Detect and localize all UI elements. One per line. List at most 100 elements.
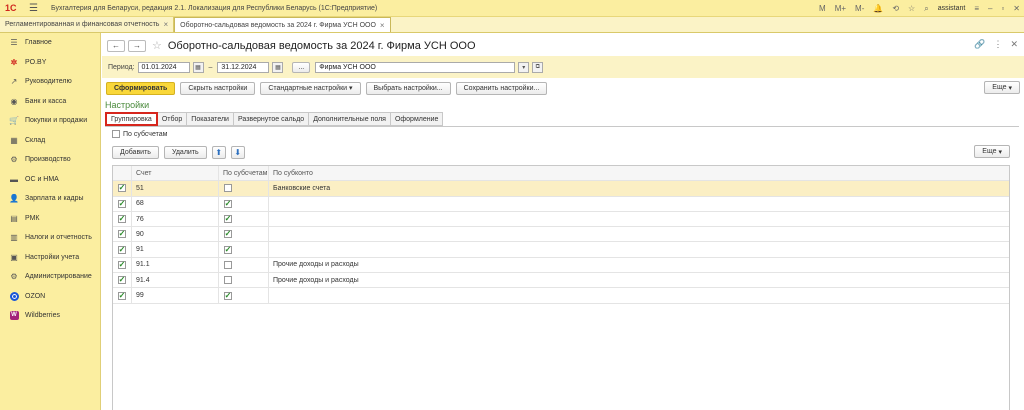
row-use-checkbox[interactable]: ✓ <box>118 184 126 193</box>
tab-extra-fields[interactable]: Дополнительные поля <box>309 112 391 126</box>
row-subaccounts-checkbox[interactable]: ✓ <box>224 291 232 300</box>
row-subaccounts-checkbox[interactable]: ✓ <box>224 199 232 208</box>
row-subaccounts-checkbox[interactable] <box>224 184 232 193</box>
settings-menu-icon[interactable]: ≡ <box>974 4 979 13</box>
account-cell[interactable]: 51 <box>131 181 218 196</box>
history-icon[interactable]: ⟲ <box>892 4 899 13</box>
delete-button[interactable]: Удалить <box>163 145 207 159</box>
window-tab-osv[interactable]: Оборотно-сальдовая ведомость за 2024 г. … <box>174 17 391 32</box>
table-row[interactable]: ✓ 51 Банковские счета <box>113 181 1009 197</box>
sidebar-item-pos[interactable]: ▤ РМК <box>0 209 100 229</box>
sidebar-item-ozon[interactable]: OZON <box>0 287 100 307</box>
table-row[interactable]: ✓ 68 ✓ <box>113 196 1009 212</box>
subconto-cell[interactable]: Прочие доходы и расходы <box>268 273 1009 288</box>
sidebar-item-admin[interactable]: ⚙ Администрирование <box>0 267 100 287</box>
tab-filter[interactable]: Отбор <box>157 112 188 126</box>
subconto-cell[interactable] <box>268 242 1009 257</box>
sidebar-item-poby[interactable]: ✲ PO.BY <box>0 53 100 73</box>
column-by-subconto[interactable]: По субконто <box>268 166 1009 181</box>
row-subaccounts-checkbox[interactable]: ✓ <box>224 215 232 224</box>
subconto-cell[interactable]: Банковские счета <box>268 181 1009 196</box>
sidebar-item-account-settings[interactable]: ▣ Настройки учета <box>0 248 100 268</box>
date-from-input[interactable]: 01.01.2024 <box>137 61 190 73</box>
row-use-checkbox[interactable]: ✓ <box>118 291 126 300</box>
favorite-star-icon[interactable]: ☆ <box>152 39 162 52</box>
close-form-icon[interactable]: ✕ <box>1010 39 1018 50</box>
generate-button[interactable]: Сформировать <box>106 81 176 95</box>
tab-expanded-balance[interactable]: Развернутое сальдо <box>233 112 310 126</box>
row-subaccounts-checkbox[interactable] <box>224 260 232 269</box>
memory-minus-icon[interactable]: M- <box>855 4 864 13</box>
row-use-checkbox[interactable]: ✓ <box>118 260 126 269</box>
search-icon[interactable]: ⌕ <box>924 4 928 14</box>
sidebar-item-salary[interactable]: 👤 Зарплата и кадры <box>0 189 100 209</box>
account-cell[interactable]: 68 <box>131 196 218 211</box>
subconto-cell[interactable] <box>268 288 1009 303</box>
subconto-cell[interactable] <box>268 196 1009 211</box>
forward-button[interactable]: → <box>128 39 146 52</box>
calendar-icon[interactable]: ▦ <box>192 61 204 73</box>
dropdown-icon[interactable]: ▾ <box>518 61 530 73</box>
row-use-checkbox[interactable]: ✓ <box>118 230 126 239</box>
sidebar-item-manager[interactable]: ↗ Руководителю <box>0 72 100 92</box>
subconto-cell[interactable] <box>268 227 1009 242</box>
memory-icon[interactable]: M <box>819 4 826 13</box>
date-to-input[interactable]: 31.12.2024 <box>217 61 270 73</box>
row-subaccounts-checkbox[interactable]: ✓ <box>224 230 232 239</box>
sidebar-item-assets[interactable]: ▬ ОС и НМА <box>0 170 100 190</box>
account-cell[interactable]: 91.4 <box>131 273 218 288</box>
account-cell[interactable]: 90 <box>131 227 218 242</box>
link-icon[interactable]: 🔗 <box>974 39 985 50</box>
open-organization-icon[interactable]: ⧉ <box>532 61 544 73</box>
subconto-cell[interactable] <box>268 211 1009 227</box>
sidebar-item-wildberries[interactable]: W Wildberries <box>0 306 100 326</box>
sidebar-item-main[interactable]: ☰ Главное <box>0 33 100 53</box>
table-row[interactable]: ✓ 91 ✓ <box>113 242 1009 258</box>
sidebar-item-production[interactable]: ⚙ Производство <box>0 150 100 170</box>
account-cell[interactable]: 99 <box>131 288 218 303</box>
memory-plus-icon[interactable]: M+ <box>835 4 846 13</box>
row-use-checkbox[interactable]: ✓ <box>118 199 126 208</box>
move-up-icon[interactable]: ⬆ <box>211 145 226 159</box>
grid-more-button[interactable]: Еще ▾ <box>974 145 1010 158</box>
tab-appearance[interactable]: Оформление <box>390 112 444 126</box>
add-button[interactable]: Добавить <box>112 145 159 159</box>
back-button[interactable]: ← <box>107 39 125 52</box>
account-cell[interactable]: 91.1 <box>131 257 218 273</box>
close-tab-icon[interactable]: × <box>163 20 168 29</box>
column-by-subaccounts[interactable]: По субсчетам <box>218 166 268 181</box>
table-row[interactable]: ✓ 91.1 Прочие доходы и расходы <box>113 257 1009 274</box>
minimize-icon[interactable]: – <box>988 4 992 13</box>
sidebar-item-taxes[interactable]: ▥ Налоги и отчетность <box>0 228 100 248</box>
standard-settings-button[interactable]: Стандартные настройки ▾ <box>260 81 361 95</box>
table-row[interactable]: ✓ 90 ✓ <box>113 227 1009 243</box>
table-row[interactable]: ✓ 76 ✓ <box>113 211 1009 228</box>
bell-icon[interactable]: 🔔 <box>873 4 883 13</box>
calendar-icon[interactable]: ▦ <box>272 61 284 73</box>
row-use-checkbox[interactable]: ✓ <box>118 245 126 254</box>
move-down-icon[interactable]: ⬇ <box>230 145 245 159</box>
tab-indicators[interactable]: Показатели <box>187 112 234 126</box>
restore-icon[interactable]: ▫ <box>1001 4 1004 13</box>
table-row[interactable]: ✓ 99 ✓ <box>113 288 1009 304</box>
hide-settings-button[interactable]: Скрыть настройки <box>180 81 256 95</box>
column-account[interactable]: Счет <box>131 166 218 181</box>
close-tab-icon[interactable]: × <box>380 21 385 30</box>
favorites-icon[interactable]: ☆ <box>908 4 915 13</box>
sidebar-item-bank[interactable]: ◉ Банк и касса <box>0 92 100 112</box>
row-use-checkbox[interactable]: ✓ <box>118 215 126 224</box>
user-name[interactable]: assistant <box>938 5 966 12</box>
by-subaccounts-checkbox[interactable] <box>112 130 120 138</box>
sidebar-item-warehouse[interactable]: ▦ Склад <box>0 131 100 151</box>
row-subaccounts-checkbox[interactable]: ✓ <box>224 245 232 254</box>
account-cell[interactable]: 76 <box>131 211 218 227</box>
organization-input[interactable]: Фирма УСН ООО <box>315 61 516 73</box>
subconto-cell[interactable]: Прочие доходы и расходы <box>268 257 1009 273</box>
period-select-button[interactable]: ... <box>292 61 311 73</box>
close-icon[interactable]: ✕ <box>1013 4 1020 13</box>
menu-icon[interactable]: ☰ <box>29 3 43 14</box>
account-cell[interactable]: 91 <box>131 242 218 257</box>
row-subaccounts-checkbox[interactable] <box>224 276 232 285</box>
tab-grouping[interactable]: Группировка <box>105 112 158 126</box>
more-button[interactable]: Еще ▾ <box>984 81 1020 94</box>
